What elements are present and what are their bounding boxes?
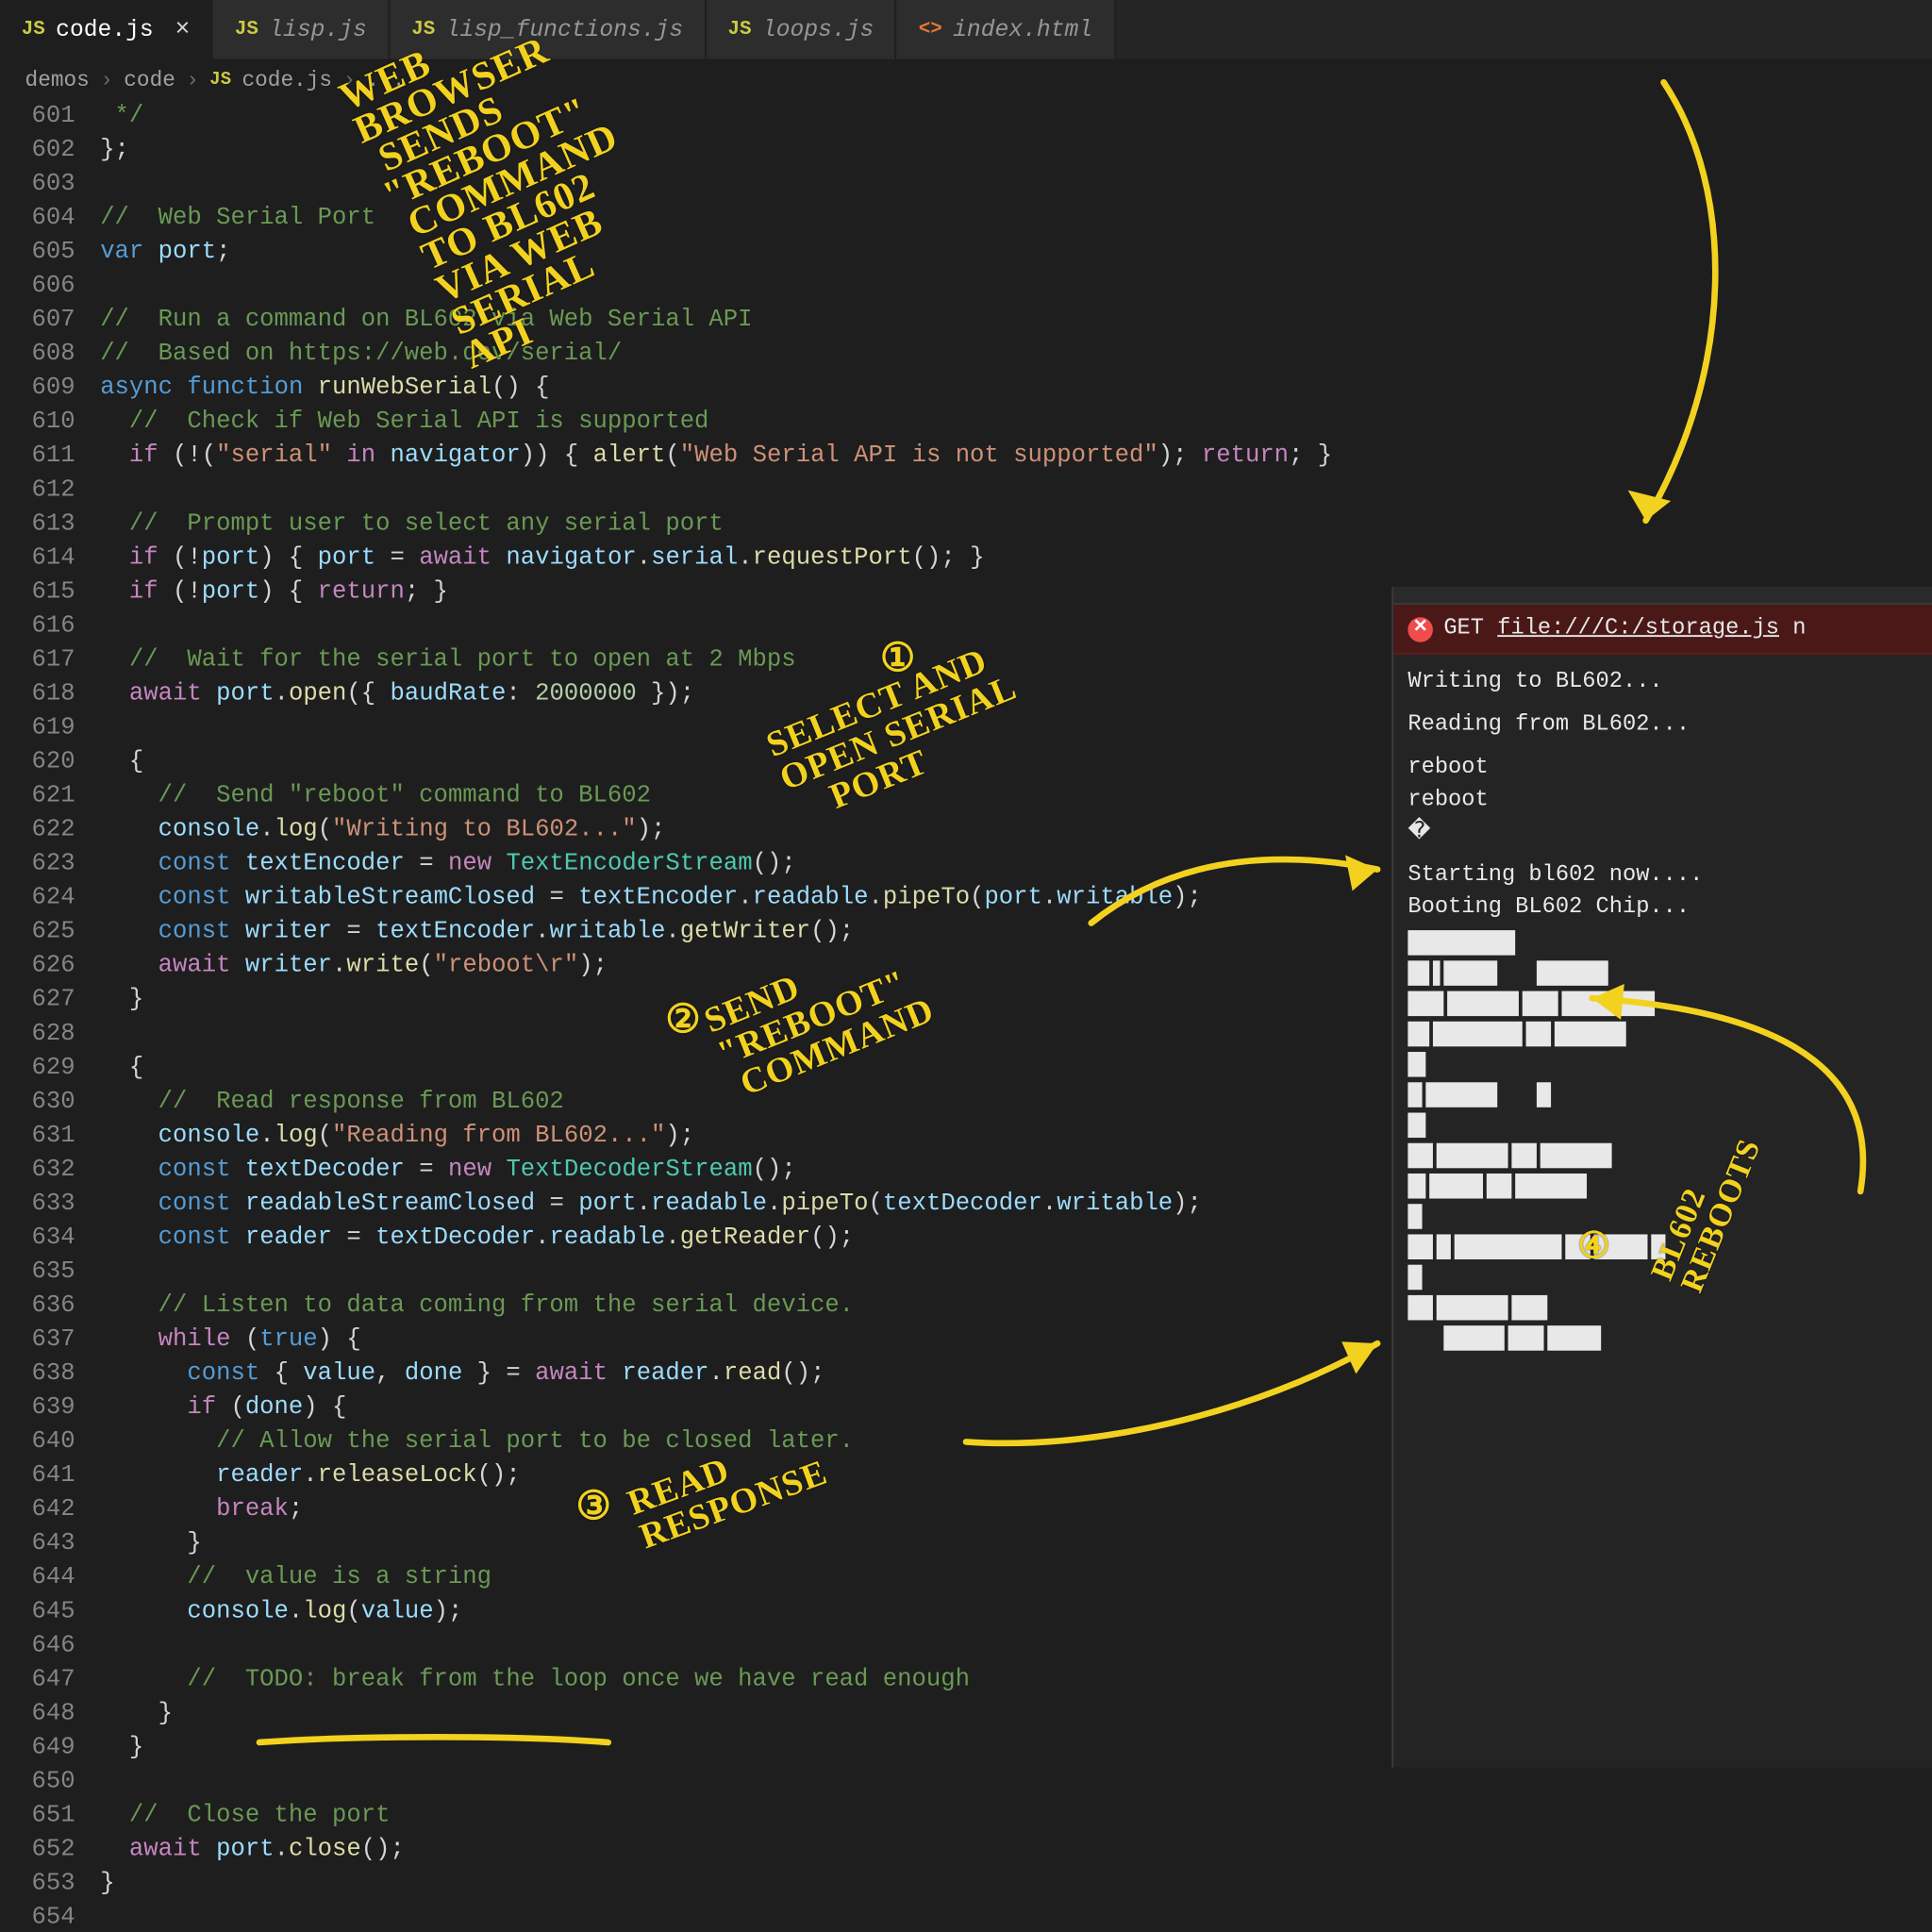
error-icon: ✕ xyxy=(1407,616,1433,641)
error-method: GET xyxy=(1443,615,1484,641)
js-icon: JS xyxy=(235,19,258,41)
close-icon[interactable]: × xyxy=(164,15,190,43)
tab-label: code.js xyxy=(56,16,154,42)
error-tail: n xyxy=(1792,615,1806,641)
tab-code-js[interactable]: JS code.js × xyxy=(0,0,213,59)
devtools-console[interactable]: ✕ GET file:///C:/storage.js n Writing to… xyxy=(1391,587,1932,1768)
code-editor[interactable]: 6016026036046056066076086096106116126136… xyxy=(0,100,1932,1932)
chevron-right-icon: › xyxy=(342,68,356,93)
js-icon: JS xyxy=(22,19,45,41)
tab-label: loops.js xyxy=(762,16,874,42)
chevron-right-icon: › xyxy=(186,68,199,93)
console-line: reboot xyxy=(1407,784,1917,816)
chevron-right-icon: › xyxy=(100,68,113,93)
tab-index-html[interactable]: <> index.html xyxy=(897,0,1116,59)
console-line: Booting BL602 Chip... xyxy=(1407,891,1917,923)
js-icon: JS xyxy=(209,71,231,91)
html-icon: <> xyxy=(919,19,942,41)
console-body: Writing to BL602... Reading from BL602..… xyxy=(1393,655,1932,1367)
console-line: reboot xyxy=(1407,751,1917,783)
devtools-toolbar xyxy=(1393,587,1932,605)
tab-lisp-functions-js[interactable]: JS lisp_functions.js xyxy=(390,0,706,59)
console-garbled-output xyxy=(1407,930,1917,1351)
console-line: Writing to BL602... xyxy=(1407,665,1917,697)
error-url[interactable]: file:///C:/storage.js xyxy=(1497,615,1779,641)
breadcrumb[interactable]: demos › code › JS code.js › ... xyxy=(0,60,1932,100)
console-line: Starting bl602 now.... xyxy=(1407,858,1917,891)
js-icon: JS xyxy=(411,19,435,41)
breadcrumb-tail: ... xyxy=(367,68,406,93)
tab-label: lisp_functions.js xyxy=(446,16,683,42)
console-error-row[interactable]: ✕ GET file:///C:/storage.js n xyxy=(1393,605,1932,655)
tab-bar: JS code.js × JS lisp.js JS lisp_function… xyxy=(0,0,1932,60)
breadcrumb-folder: demos xyxy=(25,68,90,93)
tab-label: index.html xyxy=(953,16,1092,42)
js-icon: JS xyxy=(728,19,752,41)
tab-loops-js[interactable]: JS loops.js xyxy=(707,0,897,59)
line-gutter: 6016026036046056066076086096106116126136… xyxy=(0,100,100,1932)
tab-lisp-js[interactable]: JS lisp.js xyxy=(213,0,390,59)
console-line: Reading from BL602... xyxy=(1407,708,1917,741)
breadcrumb-sub: code xyxy=(124,68,175,93)
tab-label: lisp.js xyxy=(269,16,367,42)
breadcrumb-file: code.js xyxy=(242,68,332,93)
console-line: � xyxy=(1407,816,1917,848)
